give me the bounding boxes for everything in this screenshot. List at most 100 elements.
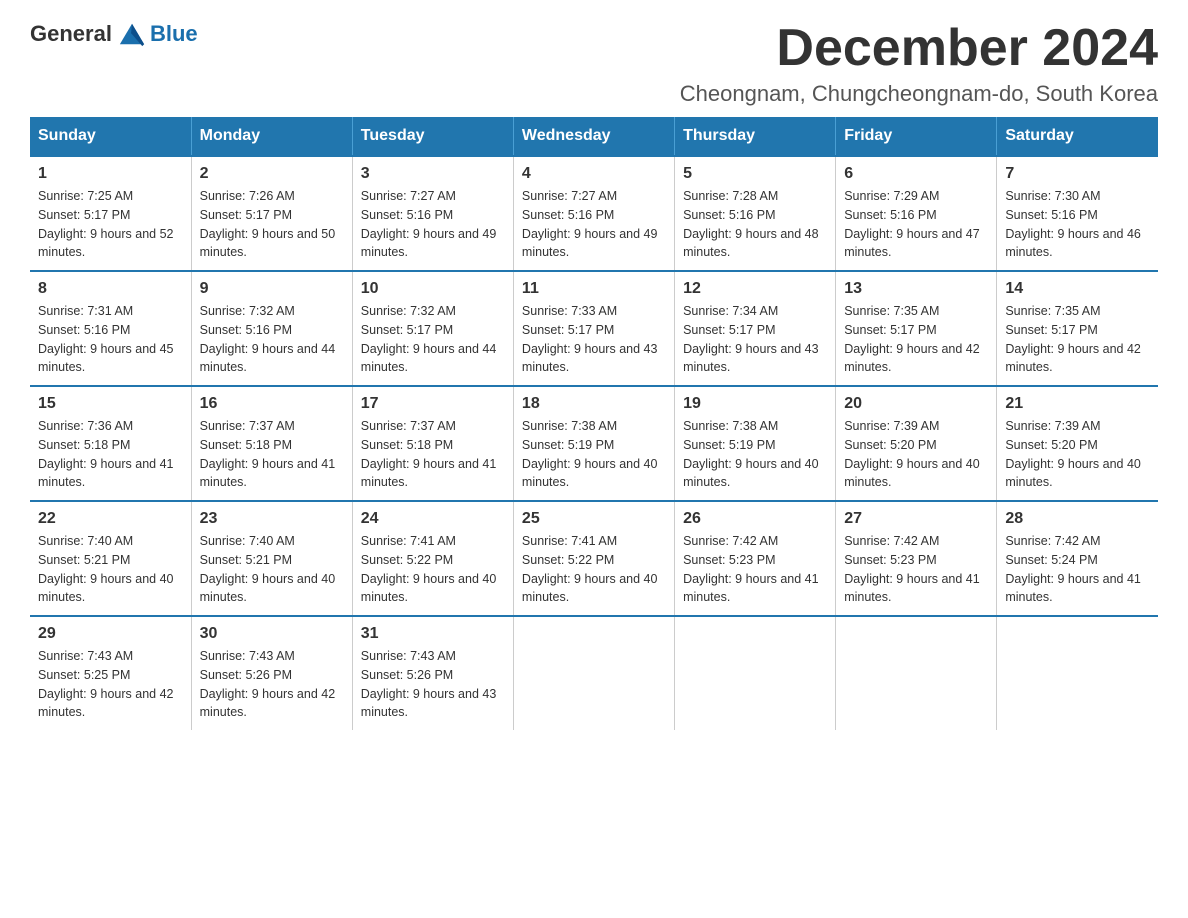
- day-cell: 4 Sunrise: 7:27 AMSunset: 5:16 PMDaylight…: [513, 156, 674, 271]
- day-cell: 22 Sunrise: 7:40 AMSunset: 5:21 PMDayligh…: [30, 501, 191, 616]
- day-number: 15: [38, 395, 183, 413]
- day-cell: 16 Sunrise: 7:37 AMSunset: 5:18 PMDayligh…: [191, 386, 352, 501]
- week-row-5: 29 Sunrise: 7:43 AMSunset: 5:25 PMDayligh…: [30, 616, 1158, 730]
- day-info: Sunrise: 7:35 AMSunset: 5:17 PMDaylight:…: [844, 302, 988, 377]
- header-cell-thursday: Thursday: [675, 117, 836, 156]
- title-block: December 2024 Cheongnam, Chungcheongnam-…: [680, 20, 1158, 107]
- header-cell-monday: Monday: [191, 117, 352, 156]
- day-info: Sunrise: 7:40 AMSunset: 5:21 PMDaylight:…: [38, 532, 183, 607]
- day-info: Sunrise: 7:33 AMSunset: 5:17 PMDaylight:…: [522, 302, 666, 377]
- day-cell: 2Sunrise: 7:26 AMSunset: 5:17 PMDaylight…: [191, 156, 352, 271]
- day-cell: [836, 616, 997, 730]
- day-number: 22: [38, 510, 183, 528]
- day-info: Sunrise: 7:43 AMSunset: 5:25 PMDaylight:…: [38, 647, 183, 722]
- day-number: 10: [361, 280, 505, 298]
- day-number: 30: [200, 625, 344, 643]
- day-number: 31: [361, 625, 505, 643]
- day-cell: 27 Sunrise: 7:42 AMSunset: 5:23 PMDayligh…: [836, 501, 997, 616]
- day-cell: 26Sunrise: 7:42 AMSunset: 5:23 PMDayligh…: [675, 501, 836, 616]
- day-info: Sunrise: 7:25 AMSunset: 5:17 PMDaylight:…: [38, 187, 183, 262]
- day-number: 3: [361, 165, 505, 183]
- day-number: 25: [522, 510, 666, 528]
- day-cell: 23 Sunrise: 7:40 AMSunset: 5:21 PMDayligh…: [191, 501, 352, 616]
- day-info: Sunrise: 7:27 AMSunset: 5:16 PMDaylight:…: [361, 187, 505, 262]
- day-cell: 15 Sunrise: 7:36 AMSunset: 5:18 PMDayligh…: [30, 386, 191, 501]
- day-number: 18: [522, 395, 666, 413]
- page-header: General Blue December 2024 Cheongnam, Ch…: [30, 20, 1158, 107]
- day-cell: 19 Sunrise: 7:38 AMSunset: 5:19 PMDayligh…: [675, 386, 836, 501]
- day-info: Sunrise: 7:31 AMSunset: 5:16 PMDaylight:…: [38, 302, 183, 377]
- day-cell: 9Sunrise: 7:32 AMSunset: 5:16 PMDaylight…: [191, 271, 352, 386]
- day-cell: [513, 616, 674, 730]
- location-title: Cheongnam, Chungcheongnam-do, South Kore…: [680, 81, 1158, 107]
- day-cell: 30 Sunrise: 7:43 AMSunset: 5:26 PMDayligh…: [191, 616, 352, 730]
- day-cell: 21 Sunrise: 7:39 AMSunset: 5:20 PMDayligh…: [997, 386, 1158, 501]
- day-cell: 20Sunrise: 7:39 AMSunset: 5:20 PMDayligh…: [836, 386, 997, 501]
- day-number: 11: [522, 280, 666, 298]
- day-cell: 1Sunrise: 7:25 AMSunset: 5:17 PMDaylight…: [30, 156, 191, 271]
- day-info: Sunrise: 7:38 AMSunset: 5:19 PMDaylight:…: [522, 417, 666, 492]
- calendar-table: SundayMondayTuesdayWednesdayThursdayFrid…: [30, 117, 1158, 730]
- logo-general: General: [30, 21, 112, 47]
- header-row: SundayMondayTuesdayWednesdayThursdayFrid…: [30, 117, 1158, 156]
- day-info: Sunrise: 7:39 AMSunset: 5:20 PMDaylight:…: [844, 417, 988, 492]
- day-info: Sunrise: 7:38 AMSunset: 5:19 PMDaylight:…: [683, 417, 827, 492]
- day-cell: 28Sunrise: 7:42 AMSunset: 5:24 PMDayligh…: [997, 501, 1158, 616]
- day-cell: 5Sunrise: 7:28 AMSunset: 5:16 PMDaylight…: [675, 156, 836, 271]
- day-cell: [997, 616, 1158, 730]
- day-number: 7: [1005, 165, 1150, 183]
- day-info: Sunrise: 7:37 AMSunset: 5:18 PMDaylight:…: [361, 417, 505, 492]
- day-info: Sunrise: 7:40 AMSunset: 5:21 PMDaylight:…: [200, 532, 344, 607]
- day-number: 21: [1005, 395, 1150, 413]
- day-number: 16: [200, 395, 344, 413]
- day-info: Sunrise: 7:34 AMSunset: 5:17 PMDaylight:…: [683, 302, 827, 377]
- day-number: 4: [522, 165, 666, 183]
- day-cell: 6Sunrise: 7:29 AMSunset: 5:16 PMDaylight…: [836, 156, 997, 271]
- day-number: 9: [200, 280, 344, 298]
- day-cell: 31Sunrise: 7:43 AMSunset: 5:26 PMDayligh…: [352, 616, 513, 730]
- day-info: Sunrise: 7:30 AMSunset: 5:16 PMDaylight:…: [1005, 187, 1150, 262]
- calendar-body: 1Sunrise: 7:25 AMSunset: 5:17 PMDaylight…: [30, 156, 1158, 730]
- header-cell-tuesday: Tuesday: [352, 117, 513, 156]
- header-cell-friday: Friday: [836, 117, 997, 156]
- day-number: 17: [361, 395, 505, 413]
- day-info: Sunrise: 7:36 AMSunset: 5:18 PMDaylight:…: [38, 417, 183, 492]
- day-number: 5: [683, 165, 827, 183]
- day-info: Sunrise: 7:43 AMSunset: 5:26 PMDaylight:…: [200, 647, 344, 722]
- week-row-4: 22 Sunrise: 7:40 AMSunset: 5:21 PMDayligh…: [30, 501, 1158, 616]
- day-info: Sunrise: 7:37 AMSunset: 5:18 PMDaylight:…: [200, 417, 344, 492]
- day-number: 23: [200, 510, 344, 528]
- day-info: Sunrise: 7:42 AMSunset: 5:23 PMDaylight:…: [844, 532, 988, 607]
- day-cell: 8Sunrise: 7:31 AMSunset: 5:16 PMDaylight…: [30, 271, 191, 386]
- day-number: 29: [38, 625, 183, 643]
- day-info: Sunrise: 7:27 AMSunset: 5:16 PMDaylight:…: [522, 187, 666, 262]
- day-number: 12: [683, 280, 827, 298]
- day-cell: 3 Sunrise: 7:27 AMSunset: 5:16 PMDaylight…: [352, 156, 513, 271]
- day-number: 26: [683, 510, 827, 528]
- logo-blue: Blue: [150, 21, 198, 47]
- day-number: 27: [844, 510, 988, 528]
- logo-icon: [118, 20, 146, 48]
- day-info: Sunrise: 7:35 AMSunset: 5:17 PMDaylight:…: [1005, 302, 1150, 377]
- header-cell-wednesday: Wednesday: [513, 117, 674, 156]
- header-cell-saturday: Saturday: [997, 117, 1158, 156]
- day-cell: 14Sunrise: 7:35 AMSunset: 5:17 PMDayligh…: [997, 271, 1158, 386]
- day-number: 19: [683, 395, 827, 413]
- day-number: 2: [200, 165, 344, 183]
- day-number: 24: [361, 510, 505, 528]
- week-row-2: 8Sunrise: 7:31 AMSunset: 5:16 PMDaylight…: [30, 271, 1158, 386]
- day-cell: [675, 616, 836, 730]
- day-info: Sunrise: 7:29 AMSunset: 5:16 PMDaylight:…: [844, 187, 988, 262]
- week-row-1: 1Sunrise: 7:25 AMSunset: 5:17 PMDaylight…: [30, 156, 1158, 271]
- day-info: Sunrise: 7:32 AMSunset: 5:17 PMDaylight:…: [361, 302, 505, 377]
- week-row-3: 15 Sunrise: 7:36 AMSunset: 5:18 PMDayligh…: [30, 386, 1158, 501]
- day-cell: 11 Sunrise: 7:33 AMSunset: 5:17 PMDayligh…: [513, 271, 674, 386]
- day-cell: 25Sunrise: 7:41 AMSunset: 5:22 PMDayligh…: [513, 501, 674, 616]
- day-cell: 18 Sunrise: 7:38 AMSunset: 5:19 PMDayligh…: [513, 386, 674, 501]
- calendar-header: SundayMondayTuesdayWednesdayThursdayFrid…: [30, 117, 1158, 156]
- day-info: Sunrise: 7:39 AMSunset: 5:20 PMDaylight:…: [1005, 417, 1150, 492]
- day-info: Sunrise: 7:42 AMSunset: 5:24 PMDaylight:…: [1005, 532, 1150, 607]
- day-cell: 17 Sunrise: 7:37 AMSunset: 5:18 PMDayligh…: [352, 386, 513, 501]
- day-cell: 24Sunrise: 7:41 AMSunset: 5:22 PMDayligh…: [352, 501, 513, 616]
- day-cell: 7 Sunrise: 7:30 AMSunset: 5:16 PMDaylight…: [997, 156, 1158, 271]
